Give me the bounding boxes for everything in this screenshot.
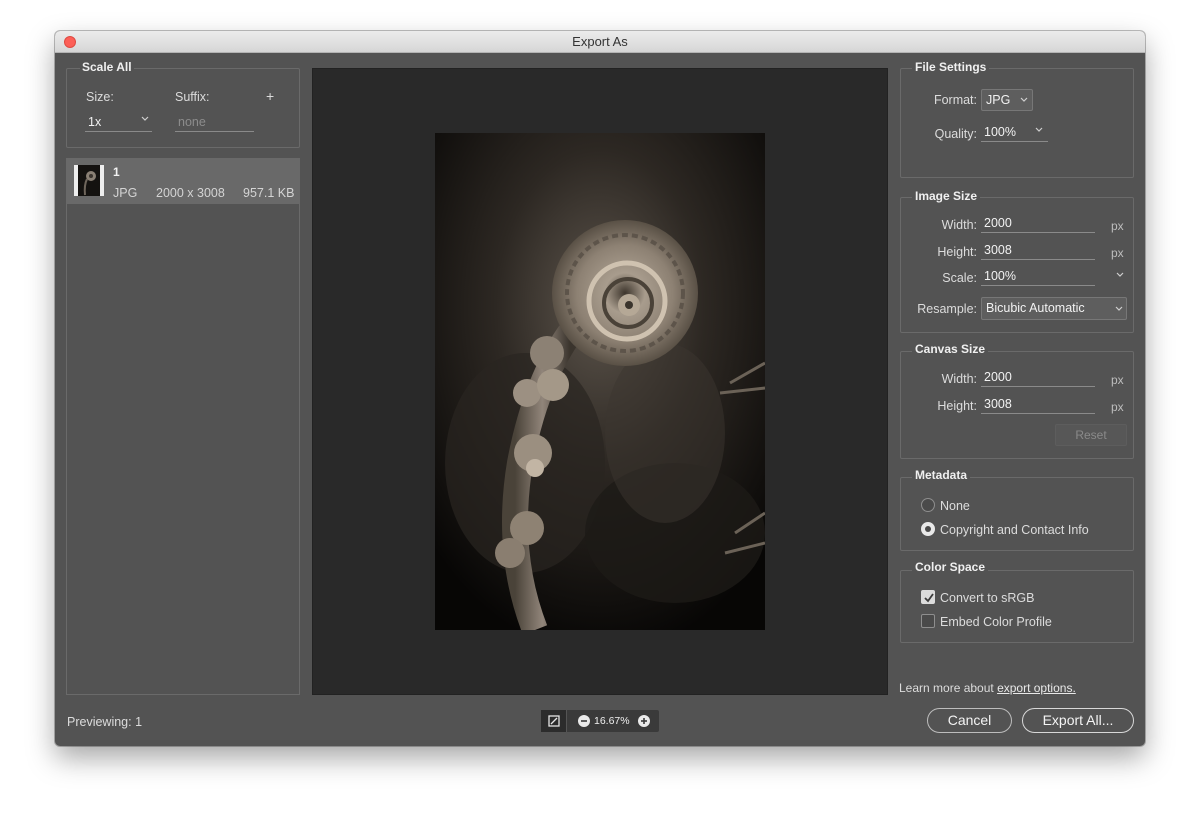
convert-srgb-label: Convert to sRGB [940, 591, 1035, 605]
checkmark-icon [924, 593, 934, 603]
title-bar: Export As [55, 31, 1145, 53]
image-height-unit: px [1111, 246, 1124, 260]
size-label: Size: [86, 90, 114, 104]
zoom-in-icon[interactable] [638, 715, 650, 727]
reset-button[interactable]: Reset [1055, 424, 1127, 446]
image-width-input[interactable]: 2000 [981, 215, 1095, 233]
asset-thumbnail [74, 165, 104, 196]
asset-file-size: 957.1 KB [243, 186, 295, 200]
quality-label: Quality: [934, 127, 977, 141]
metadata-none-radio[interactable] [921, 498, 935, 512]
scale-input[interactable]: 100% [981, 268, 1095, 286]
zoom-controls: 16.67% [541, 710, 659, 732]
image-height-value: 3008 [984, 243, 1012, 257]
canvas-width-unit: px [1111, 373, 1124, 387]
resample-label: Resample: [917, 302, 977, 316]
asset-dimensions: 2000 x 3008 [156, 186, 225, 200]
file-settings-group [900, 68, 1134, 178]
export-all-button[interactable]: Export All... [1022, 708, 1134, 733]
canvas-size-title: Canvas Size [912, 342, 989, 356]
zoom-level: 16.67% [594, 715, 630, 727]
scale-all-title: Scale All [80, 60, 134, 74]
scale-all-group [66, 68, 300, 148]
export-as-dialog: Export As Scale All Size: Suffix: + 1x n… [55, 31, 1145, 746]
zoom-out-icon[interactable] [578, 715, 590, 727]
scale-value: 100% [984, 269, 1016, 283]
asset-name: 1 [113, 165, 120, 179]
fit-view-icon [548, 715, 560, 727]
scale-label: Scale: [942, 271, 977, 285]
file-settings-title: File Settings [912, 60, 990, 74]
format-select-value: JPG [986, 93, 1011, 107]
canvas-height-label: Height: [937, 399, 977, 413]
color-space-title: Color Space [912, 560, 989, 574]
preview-image [435, 133, 765, 630]
fit-to-view-button[interactable] [541, 710, 567, 732]
format-label: Format: [933, 93, 977, 107]
image-width-unit: px [1111, 219, 1124, 233]
resample-select-value: Bicubic Automatic [986, 301, 1085, 315]
image-width-value: 2000 [984, 216, 1012, 230]
previewing-status: Previewing: 1 [67, 715, 143, 729]
chevron-down-icon [1035, 127, 1045, 137]
canvas-height-unit: px [1111, 400, 1124, 414]
chevron-down-icon [141, 116, 151, 126]
metadata-none-label: None [940, 499, 970, 513]
preview-area[interactable] [312, 68, 888, 695]
image-height-label: Height: [937, 245, 977, 259]
learn-more-prefix: Learn more about [899, 681, 998, 695]
embed-color-profile-label: Embed Color Profile [940, 615, 1052, 629]
suffix-label: Suffix: [175, 90, 210, 104]
metadata-title: Metadata [912, 468, 971, 482]
canvas-width-input[interactable]: 2000 [981, 369, 1095, 387]
suffix-input[interactable]: none [175, 114, 254, 132]
asset-row[interactable]: 1 JPG 2000 x 3008 957.1 KB [66, 158, 300, 204]
add-scale-icon[interactable]: + [266, 88, 274, 104]
canvas-width-label: Width: [941, 372, 977, 386]
size-select-value: 1x [88, 115, 102, 129]
chevron-down-icon [1020, 97, 1030, 107]
metadata-copyright-label: Copyright and Contact Info [940, 523, 1089, 537]
resample-select[interactable]: Bicubic Automatic [981, 297, 1127, 320]
asset-list [66, 158, 300, 695]
canvas-height-value: 3008 [984, 397, 1012, 411]
chevron-down-icon [1115, 306, 1125, 316]
image-width-label: Width: [941, 218, 977, 232]
close-window-button[interactable] [64, 36, 76, 48]
export-options-link[interactable]: export options. [997, 681, 1076, 695]
learn-more-text: Learn more about export options. [899, 681, 1076, 695]
color-space-group [900, 570, 1134, 643]
canvas-height-input[interactable]: 3008 [981, 396, 1095, 414]
asset-format: JPG [113, 186, 138, 200]
suffix-placeholder: none [178, 115, 206, 129]
image-height-input[interactable]: 3008 [981, 242, 1095, 260]
quality-select-value: 100% [984, 125, 1016, 139]
canvas-width-value: 2000 [984, 370, 1012, 384]
metadata-group [900, 477, 1134, 551]
embed-color-profile-checkbox[interactable] [921, 614, 935, 628]
cancel-button[interactable]: Cancel [927, 708, 1012, 733]
image-size-title: Image Size [912, 189, 981, 203]
metadata-copyright-radio[interactable] [921, 522, 935, 536]
chevron-down-icon[interactable] [1116, 272, 1126, 282]
convert-srgb-checkbox[interactable] [921, 590, 935, 604]
window-title: Export As [572, 34, 628, 49]
